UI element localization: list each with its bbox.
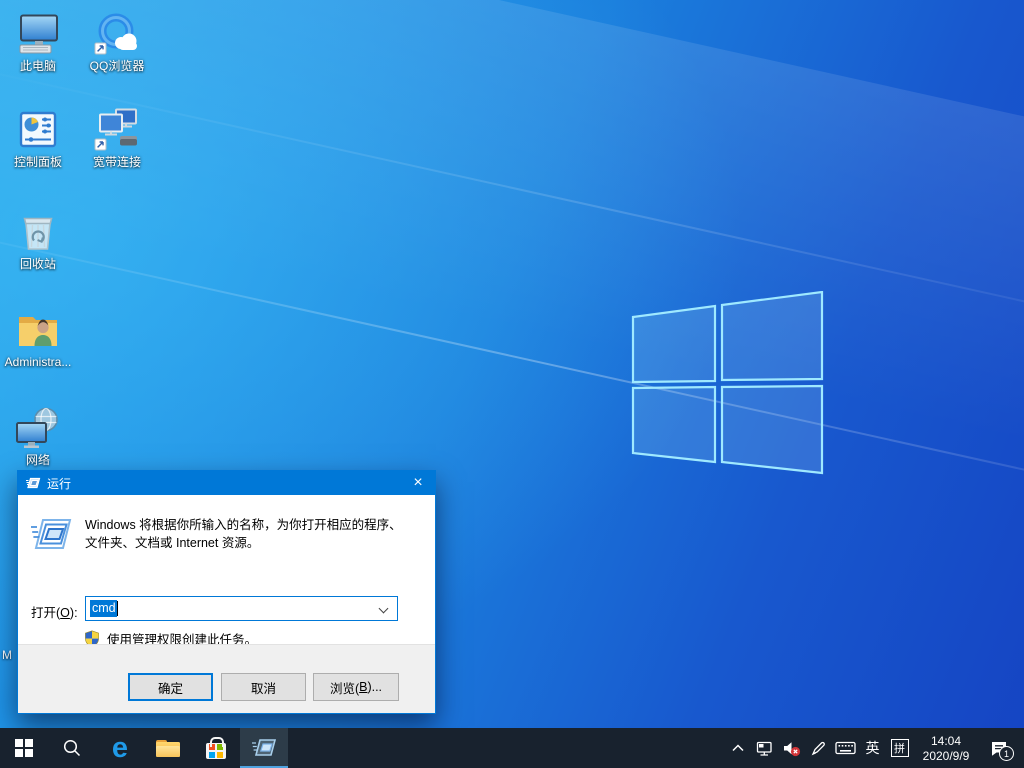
network-icon bbox=[0, 402, 76, 450]
desktop-icon-broadband[interactable]: 宽带连接 bbox=[79, 104, 155, 169]
control-panel-icon bbox=[0, 104, 76, 152]
desktop-icon-label: 控制面板 bbox=[13, 155, 62, 169]
file-explorer-icon bbox=[156, 739, 180, 757]
run-icon bbox=[31, 519, 72, 549]
desktop-icon-qq-browser[interactable]: QQ浏览器 bbox=[79, 8, 155, 73]
run-icon bbox=[26, 477, 41, 489]
wallpaper-light-wedge bbox=[0, 0, 1024, 545]
desktop-icon-label: 此电脑 bbox=[19, 59, 56, 73]
desktop-icon-control-panel[interactable]: 控制面板 bbox=[0, 104, 76, 169]
store-taskbar-button[interactable] bbox=[192, 728, 240, 768]
desktop-icon-label: Administra... bbox=[4, 355, 72, 369]
taskbar: e 英 拼 14:04 2020/9/9 1 bbox=[0, 728, 1024, 768]
file-explorer-taskbar-button[interactable] bbox=[144, 728, 192, 768]
run-dialog: 运行 × Windows 将根据你所输入的名称，为你打开相应的程序、 文件夹、文… bbox=[17, 470, 436, 714]
dialog-description: Windows 将根据你所输入的名称，为你打开相应的程序、 文件夹、文档或 In… bbox=[85, 517, 415, 552]
broadband-icon bbox=[79, 104, 155, 152]
ok-button[interactable]: 确定 bbox=[128, 673, 213, 701]
touch-keyboard-tray-icon[interactable] bbox=[832, 728, 859, 768]
text-caret bbox=[116, 601, 118, 616]
recycle-bin-icon bbox=[0, 206, 76, 254]
cancel-button[interactable]: 取消 bbox=[221, 673, 306, 701]
browse-button[interactable]: 浏览(B)... bbox=[313, 673, 399, 701]
combobox-selected-text[interactable]: cmd bbox=[90, 600, 117, 617]
chevron-down-icon[interactable] bbox=[378, 603, 389, 614]
action-center-button[interactable]: 1 bbox=[979, 728, 1019, 768]
dialog-title: 运行 bbox=[47, 476, 72, 491]
desktop-icon-label: 网络 bbox=[25, 453, 50, 467]
start-button[interactable] bbox=[0, 728, 48, 768]
language-indicator[interactable]: 英 bbox=[859, 728, 886, 768]
qq-browser-icon bbox=[79, 8, 155, 56]
this-pc-icon bbox=[0, 8, 76, 56]
run-command-combobox[interactable]: cmd bbox=[85, 596, 398, 621]
close-icon[interactable]: × bbox=[401, 471, 435, 495]
open-label: 打开(O): bbox=[31, 606, 78, 620]
notification-count-badge: 1 bbox=[999, 746, 1014, 761]
search-button[interactable] bbox=[48, 728, 96, 768]
desktop-icon-admin-folder[interactable]: Administra... bbox=[0, 304, 76, 369]
desktop-icon-label: QQ浏览器 bbox=[89, 59, 145, 73]
pen-tray-icon[interactable] bbox=[805, 728, 832, 768]
desktop-icon-recycle-bin[interactable]: 回收站 bbox=[0, 206, 76, 271]
description-line-1: Windows 将根据你所输入的名称，为你打开相应的程序、 bbox=[85, 518, 402, 532]
microsoft-store-icon bbox=[206, 737, 226, 759]
run-icon bbox=[252, 739, 277, 756]
description-line-2: 文件夹、文档或 Internet 资源。 bbox=[85, 535, 260, 550]
desktop-screen: 此电脑 QQ浏览器 控制面板 宽带连接 回收站 Administra... 网络… bbox=[0, 0, 1024, 768]
hidden-desktop-icon-label[interactable]: M bbox=[2, 648, 12, 662]
clock-time: 14:04 bbox=[930, 733, 962, 748]
desktop-icon-label: 宽带连接 bbox=[92, 155, 141, 169]
run-dialog-titlebar[interactable]: 运行 × bbox=[18, 471, 435, 495]
edge-taskbar-button[interactable]: e bbox=[96, 728, 144, 768]
open-label-row: 打开(O): bbox=[31, 602, 85, 621]
run-dialog-body: Windows 将根据你所输入的名称，为你打开相应的程序、 文件夹、文档或 In… bbox=[18, 495, 435, 647]
taskbar-clock[interactable]: 14:04 2020/9/9 bbox=[913, 733, 979, 764]
desktop-icon-this-pc[interactable]: 此电脑 bbox=[0, 8, 76, 73]
windows-start-icon bbox=[15, 739, 33, 757]
desktop-icon-network[interactable]: 网络 bbox=[0, 402, 76, 467]
clock-date: 2020/9/9 bbox=[922, 748, 970, 763]
ime-mode-indicator[interactable]: 拼 bbox=[886, 728, 913, 768]
windows-logo bbox=[631, 291, 824, 475]
network-tray-icon[interactable] bbox=[751, 728, 778, 768]
user-folder-icon bbox=[0, 304, 76, 352]
desktop-icon-label: 回收站 bbox=[19, 257, 56, 271]
tray-chevron-up-icon[interactable] bbox=[724, 728, 751, 768]
volume-muted-tray-icon[interactable] bbox=[778, 728, 805, 768]
search-icon bbox=[63, 739, 81, 757]
run-taskbar-button-active[interactable] bbox=[240, 728, 288, 768]
edge-icon: e bbox=[111, 731, 129, 764]
system-tray: 英 拼 14:04 2020/9/9 1 bbox=[724, 728, 1024, 768]
